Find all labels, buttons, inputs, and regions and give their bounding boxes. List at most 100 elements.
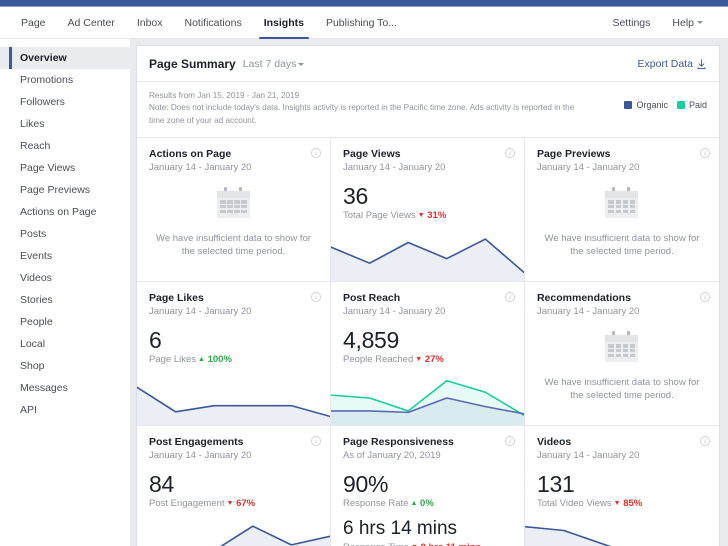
metric-delta: ▼ 85% xyxy=(614,498,643,509)
nav-item-notifications[interactable]: Notifications xyxy=(174,7,253,38)
metric-card-page-previews[interactable]: Page Previews January 14 - January 20 i We … xyxy=(524,138,719,282)
metric-card-videos[interactable]: Videos January 14 - January 20 i 131 Total V… xyxy=(524,426,719,546)
metric-value: 4,859 xyxy=(342,326,400,353)
sidebar-item-label: Videos xyxy=(20,272,52,284)
nav-item-publishing-to[interactable]: Publishing To... xyxy=(315,7,408,38)
info-icon[interactable]: i xyxy=(310,147,321,158)
empty-state: We have insufficient data to show for th… xyxy=(537,315,707,419)
sidebar-item-api[interactable]: API xyxy=(0,399,130,421)
sidebar-item-shop[interactable]: Shop xyxy=(0,355,130,377)
calendar-cell xyxy=(629,205,636,209)
metric-card-actions-on-page[interactable]: Actions on Page January 14 - January 20 i W… xyxy=(137,137,331,282)
metric-card-date: As of January 20, 2019 xyxy=(342,449,441,461)
metric-card-title: Recommendations xyxy=(536,291,631,304)
calendar-cell xyxy=(241,209,247,214)
metric-delta-value: 100% xyxy=(207,354,232,366)
metric-delta-secondary: ▼ 0 hrs 11 mins xyxy=(411,542,481,546)
info-icon[interactable]: i xyxy=(504,147,515,158)
sidebar-item-posts[interactable]: Posts xyxy=(0,223,130,245)
metric-card-post-engagements[interactable]: Post Engagements January 14 - January 20 i… xyxy=(137,425,331,546)
nav-item-page[interactable]: Page xyxy=(10,7,57,38)
metric-label-secondary: Response Time xyxy=(343,542,409,546)
sidebar-item-promotions[interactable]: Promotions xyxy=(0,69,130,91)
legend-swatch-icon xyxy=(624,101,633,109)
sidebar-item-label: Page Views xyxy=(20,162,76,174)
sidebar-item-label: Local xyxy=(20,338,46,350)
nav-item-help[interactable]: Help xyxy=(661,7,714,38)
metric-card-date: January 14 - January 20 xyxy=(149,449,252,461)
sidebar-item-label: Likes xyxy=(20,118,45,130)
metric-card-date: January 14 - January 20 xyxy=(536,449,640,461)
nav-item-settings[interactable]: Settings xyxy=(601,7,661,38)
legend-item-paid: Paid xyxy=(676,100,707,110)
metric-card-post-reach[interactable]: Post Reach January 14 - January 20 i 4,859 P… xyxy=(330,281,525,426)
sidebar-item-page-previews[interactable]: Page Previews xyxy=(0,179,130,201)
metric-value: 131 xyxy=(536,470,575,497)
calendar-header-bar xyxy=(216,190,250,198)
calendar-body xyxy=(216,190,250,218)
metric-delta-value: 0% xyxy=(420,498,434,510)
sidebar-item-stories[interactable]: Stories xyxy=(0,289,130,311)
calendar-grid xyxy=(605,198,638,216)
legend-swatch-icon xyxy=(676,101,685,109)
trend-down-icon: ▼ xyxy=(415,356,423,364)
calendar-cell xyxy=(608,200,615,204)
calendar-cell xyxy=(227,200,233,204)
nav-item-label: Inbox xyxy=(136,16,163,29)
sidebar-item-label: Overview xyxy=(20,52,67,64)
sidebar-item-overview[interactable]: Overview xyxy=(0,47,130,69)
metric-label: Total Video Views xyxy=(536,498,612,510)
date-range-selector[interactable]: Last 7 days xyxy=(243,58,305,70)
sidebar-item-label: Page Previews xyxy=(20,184,91,196)
sidebar-item-messages[interactable]: Messages xyxy=(0,377,130,399)
sparkline-chart-videos xyxy=(524,513,719,546)
nav-item-inbox[interactable]: Inbox xyxy=(126,7,174,38)
sidebar-item-page-views[interactable]: Page Views xyxy=(0,157,130,179)
calendar-cell xyxy=(234,209,240,214)
nav-item-ad-center[interactable]: Ad Center xyxy=(57,7,126,38)
sidebar-item-label: Events xyxy=(20,250,53,262)
sidebar-item-label: Posts xyxy=(20,228,47,240)
info-icon[interactable]: i xyxy=(310,435,321,446)
sidebar-item-reach[interactable]: Reach xyxy=(0,135,130,157)
info-icon[interactable]: i xyxy=(699,291,710,302)
metric-card-title: Videos xyxy=(536,435,572,448)
info-icon[interactable]: i xyxy=(310,291,321,302)
calendar-cell xyxy=(622,200,629,204)
metric-caption: Response Rate ▲ 0% xyxy=(343,498,512,509)
metric-delta: ▲ 100% xyxy=(198,354,232,365)
calendar-grid xyxy=(217,198,250,216)
export-data-button[interactable]: Export Data xyxy=(638,58,707,70)
metric-card-page-likes[interactable]: Page Likes January 14 - January 20 i 6 Page … xyxy=(137,281,331,426)
metric-card-page-views[interactable]: Page Views January 14 - January 20 i 36 Tota… xyxy=(330,137,525,282)
calendar-icon xyxy=(605,330,639,362)
page-body: Overview Promotions Followers Likes Reach Pag… xyxy=(0,39,728,546)
metric-card-recommendations[interactable]: Recommendations January 14 - January 20 i W… xyxy=(524,282,719,426)
sidebar-item-people[interactable]: People xyxy=(0,311,130,333)
calendar-cell xyxy=(227,205,233,209)
metric-delta: ▼ 67% xyxy=(227,498,256,509)
results-note-block: Results from Jan 15, 2019 - Jan 21, 2019… xyxy=(149,90,589,127)
sidebar-item-actions-on-page[interactable]: Actions on Page xyxy=(0,201,130,223)
metric-label: Total Page Views xyxy=(342,210,416,222)
legend-label: Organic xyxy=(636,100,668,110)
nav-item-insights[interactable]: Insights xyxy=(253,7,315,39)
metric-label: People Reached xyxy=(342,354,414,366)
sidebar-item-events[interactable]: Events xyxy=(0,245,130,267)
calendar-header-bar xyxy=(605,190,639,198)
sidebar-item-videos[interactable]: Videos xyxy=(0,267,130,289)
sparkline-chart-page-likes xyxy=(137,369,330,425)
metric-card-page-responsiveness[interactable]: Page Responsiveness As of January 20, 201… xyxy=(331,425,525,546)
calendar-cell xyxy=(629,200,636,204)
sidebar-item-label: Reach xyxy=(20,140,51,152)
info-icon[interactable]: i xyxy=(504,291,515,302)
sidebar-item-label: Actions on Page xyxy=(20,206,97,218)
info-icon[interactable]: i xyxy=(504,435,515,446)
info-icon[interactable]: i xyxy=(699,147,710,158)
sidebar-item-followers[interactable]: Followers xyxy=(0,91,130,113)
nav-left-group: Page Ad Center Inbox Notifications Insights P… xyxy=(10,7,408,39)
sidebar-item-likes[interactable]: Likes xyxy=(0,113,130,135)
info-icon[interactable]: i xyxy=(699,435,710,446)
sidebar-item-local[interactable]: Local xyxy=(0,333,130,355)
top-navigation: Page Ad Center Inbox Notifications Insights P… xyxy=(0,7,728,39)
